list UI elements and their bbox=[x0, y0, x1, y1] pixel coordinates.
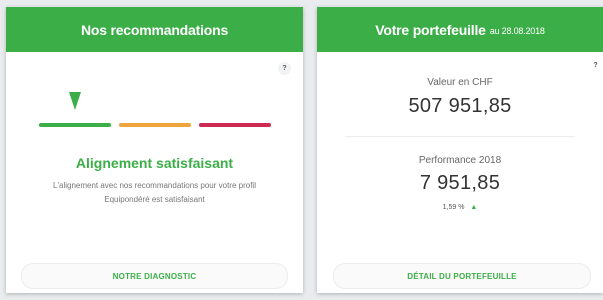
performance-label: Performance 2018 bbox=[418, 155, 502, 166]
recommendations-card: Nos recommandations ? Alignement satisfa… bbox=[6, 7, 303, 293]
portfolio-date: au 28.08.2018 bbox=[489, 25, 545, 36]
performance-percent: 1,59 % ▲ bbox=[317, 204, 603, 211]
portfolio-value-label: Valeur en CHF bbox=[427, 77, 493, 88]
gauge-segment-green bbox=[39, 123, 111, 127]
recommendations-title: Nos recommandations bbox=[80, 21, 229, 38]
portfolio-title: Votre portefeuille bbox=[375, 21, 486, 38]
diagnostic-button[interactable]: NOTRE DIAGNOSTIC bbox=[21, 263, 288, 289]
alignment-gauge bbox=[39, 123, 271, 127]
recommendations-header: Nos recommandations bbox=[6, 7, 303, 52]
help-icon[interactable]: ? bbox=[589, 59, 602, 72]
portfolio-card: Votre portefeuille au 28.08.2018 ? Valeu… bbox=[317, 7, 603, 293]
portfolio-detail-button[interactable]: DÉTAIL DU PORTEFEUILLE bbox=[333, 263, 591, 289]
alignment-status-description: L'alignement avec nos recommandations po… bbox=[53, 181, 256, 204]
alignment-status-title: Alignement satisfaisant bbox=[75, 155, 234, 171]
portfolio-value: 507 951,85 bbox=[408, 95, 512, 117]
divider bbox=[345, 136, 575, 137]
portfolio-header: Votre portefeuille au 28.08.2018 bbox=[317, 7, 603, 52]
performance-percent-value: 1,59 % bbox=[442, 204, 465, 211]
performance-value: 7 951,85 bbox=[419, 172, 501, 194]
gauge-segment-orange bbox=[119, 123, 191, 127]
help-icon[interactable]: ? bbox=[278, 62, 291, 75]
gauge-segment-red bbox=[199, 123, 271, 127]
gauge-marker-icon bbox=[69, 92, 81, 110]
arrow-up-icon: ▲ bbox=[470, 204, 478, 211]
